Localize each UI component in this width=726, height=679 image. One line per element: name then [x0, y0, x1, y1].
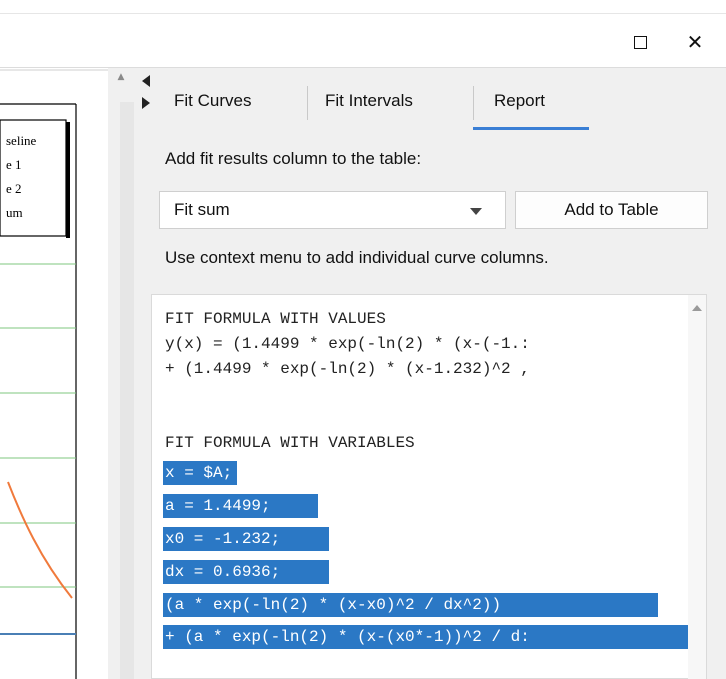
- legend-item-baseline: seline: [6, 133, 37, 148]
- collapse-panel-icon[interactable]: [141, 75, 151, 115]
- legend-item-curve-2: e 2: [6, 181, 22, 196]
- legend-item-curve-1: e 1: [6, 157, 22, 172]
- report-line: FIT FORMULA WITH VARIABLES: [165, 434, 415, 452]
- tab-divider: [307, 86, 308, 120]
- report-line: y(x) = (1.4499 * exp(-ln(2) * (x-(-1.:: [165, 335, 530, 353]
- maximize-icon: [634, 36, 647, 49]
- report-scrollbar[interactable]: [688, 295, 706, 679]
- scroll-up-icon[interactable]: [692, 305, 702, 311]
- close-button[interactable]: ✕: [683, 30, 707, 54]
- tab-fit-curves[interactable]: Fit Curves: [174, 91, 251, 117]
- chevron-down-icon: [470, 208, 482, 215]
- tab-divider: [473, 86, 474, 120]
- report-line-selected: (a * exp(-ln(2) * (x-x0)^2 / dx^2)): [163, 593, 658, 617]
- report-line: + (1.4499 * exp(-ln(2) * (x-1.232)^2 ,: [165, 360, 530, 378]
- graph-canvas[interactable]: seline e 1 e 2 um: [0, 68, 108, 679]
- scroll-up-icon[interactable]: ▲: [116, 72, 126, 82]
- fit-select-value: Fit sum: [174, 200, 230, 219]
- graph-scrollbar-thumb[interactable]: [120, 102, 134, 679]
- tab-fit-intervals[interactable]: Fit Intervals: [325, 91, 413, 117]
- report-line: [163, 382, 165, 406]
- report-line-selected: dx = 0.6936;: [163, 560, 329, 584]
- maximize-button[interactable]: [630, 32, 652, 54]
- window-titlebar: [0, 13, 726, 69]
- fit-column-select[interactable]: Fit sum: [159, 191, 506, 229]
- report-line-selected: a = 1.4499;: [163, 494, 318, 518]
- context-menu-hint: Use context menu to add individual curve…: [165, 248, 549, 267]
- legend-item-sum: um: [6, 205, 23, 220]
- fit-curve: [7, 481, 73, 599]
- report-line-selected: + (a * exp(-ln(2) * (x-(x0*-1))^2 / d:: [163, 625, 688, 649]
- tab-report[interactable]: Report: [494, 91, 545, 117]
- top-strip: [0, 0, 726, 13]
- report-line-selected: x = $A;: [163, 461, 237, 485]
- add-to-table-button[interactable]: Add to Table: [515, 191, 708, 229]
- graph-svg: seline e 1 e 2 um: [0, 69, 108, 679]
- legend-shadow: [66, 122, 70, 238]
- report-line-selected: x0 = -1.232;: [163, 527, 329, 551]
- report-line: FIT FORMULA WITH VALUES: [165, 310, 386, 328]
- active-tab-indicator: [473, 127, 589, 130]
- add-fit-label: Add fit results column to the table:: [165, 149, 422, 168]
